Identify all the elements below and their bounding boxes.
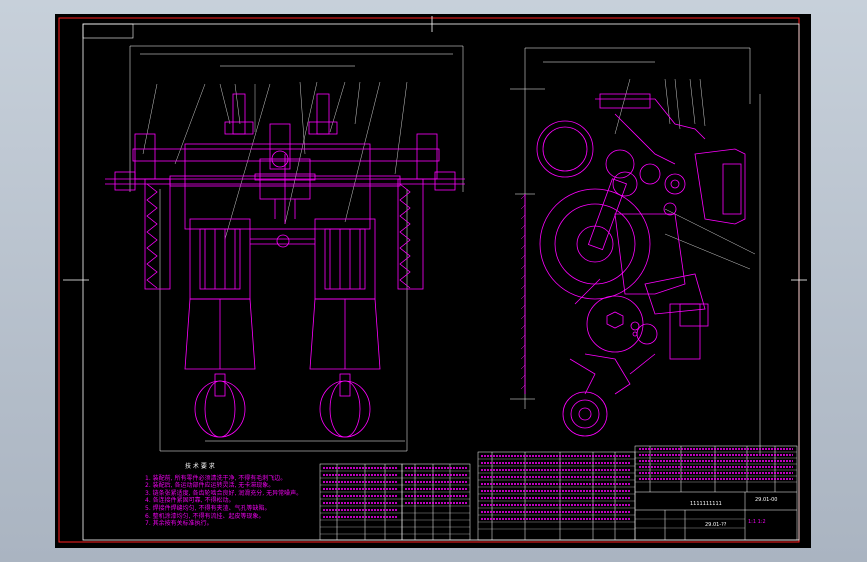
front-view: [105, 45, 465, 452]
scale-text: 1:1 1:2: [748, 519, 766, 525]
drawing-sheet[interactable]: 技 术 要 求 1. 装配前, 所有零件必须清洗干净, 不得有毛刺飞边。 2. …: [55, 14, 811, 548]
technical-notes: 技 术 要 求 1. 装配前, 所有零件必须清洗干净, 不得有毛刺飞边。 2. …: [145, 463, 365, 528]
note-line: 4. 各连接件紧固可靠, 不得松动。: [145, 497, 235, 505]
cad-viewport[interactable]: 技 术 要 求 1. 装配前, 所有零件必须清洗干净, 不得有毛刺飞边。 2. …: [0, 0, 867, 562]
notes-heading: 技 术 要 求: [185, 463, 215, 470]
drawing-number: 29.01-00: [755, 497, 778, 503]
side-view: [510, 47, 761, 454]
note-line: 7. 其余按有关标准执行。: [145, 520, 213, 528]
title-block-text: 1111111111: [690, 501, 722, 507]
note-line: 2. 装配后, 各运动部件应运转灵活, 无卡滞现象。: [145, 482, 275, 490]
corner-box: [82, 23, 134, 39]
drawing-number-alt: 29.01-??: [705, 522, 727, 528]
note-line: 5. 焊接件焊缝均匀, 不得有夹渣、气孔等缺陷。: [145, 504, 271, 512]
